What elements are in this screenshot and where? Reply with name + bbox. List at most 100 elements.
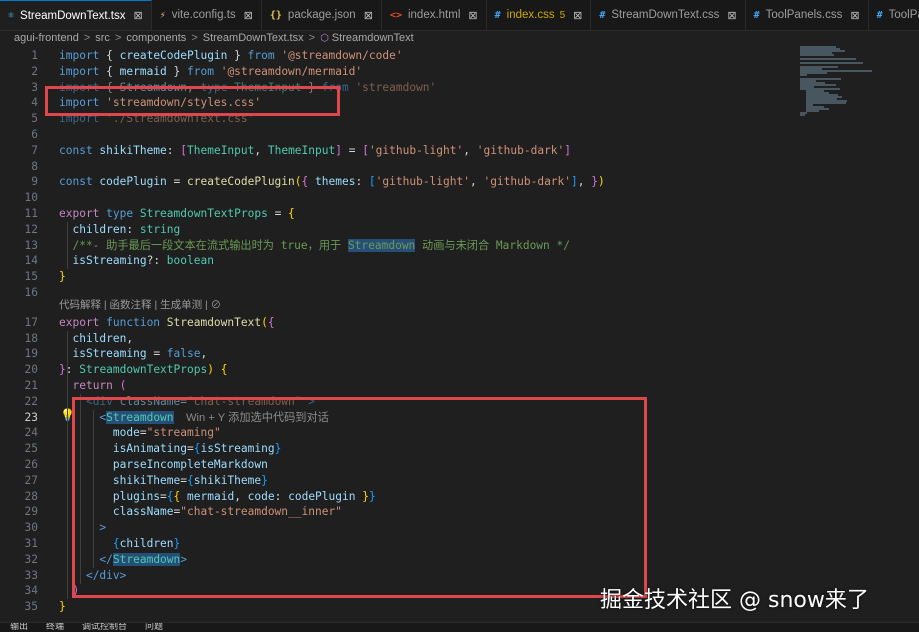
- code-line[interactable]: 21 return (: [0, 378, 800, 394]
- line-number: 6: [31, 128, 38, 141]
- line-number: 32: [24, 552, 38, 566]
- line-number: 17: [24, 315, 38, 329]
- line-number: 8: [31, 159, 38, 173]
- breadcrumb-item[interactable]: agui-frontend: [14, 32, 79, 44]
- line-number: 26: [24, 458, 38, 471]
- line-number: 1: [31, 49, 38, 62]
- line-number: 13: [24, 238, 38, 252]
- line-number: 9: [31, 175, 38, 189]
- tab-label: vite.config.ts: [171, 9, 236, 21]
- code-text: import { createCodePlugin } from '@strea…: [59, 49, 403, 62]
- line-number: 34: [24, 584, 38, 598]
- code-text: export type StreamdownTextProps = {: [59, 207, 295, 220]
- line-number: 12: [24, 222, 38, 236]
- react-icon: ⚛: [8, 10, 15, 21]
- code-line[interactable]: 1 import { createCodePlugin } from '@stre…: [0, 48, 800, 64]
- minimap[interactable]: [800, 46, 890, 116]
- close-icon[interactable]: ⊠: [244, 9, 253, 22]
- close-icon[interactable]: ⊠: [133, 9, 142, 22]
- vite-icon: ⚡: [159, 9, 166, 21]
- code-line[interactable]: 14 isStreaming?: boolean: [0, 253, 800, 269]
- close-icon[interactable]: ⊠: [727, 9, 736, 22]
- tab-label: package.json: [287, 9, 356, 21]
- panel-tab[interactable]: 调试控制台: [82, 623, 127, 632]
- code-line[interactable]: 18 children,: [0, 331, 800, 347]
- code-line[interactable]: 8: [0, 159, 800, 175]
- code-text: isStreaming = false,: [72, 347, 208, 361]
- close-icon[interactable]: ⊠: [364, 9, 373, 22]
- minimap-line: [800, 74, 808, 76]
- line-number: 30: [24, 521, 38, 535]
- panel-tab[interactable]: 终端: [46, 623, 64, 632]
- tab-index-html[interactable]: <> index.html ⊠: [382, 0, 487, 30]
- highlight-box-streamdown-block: [72, 397, 647, 598]
- tab-streamdowntext-tsx[interactable]: ⚛ StreamDownText.tsx ⊠: [0, 0, 152, 30]
- symbol-method-icon: ⬡: [320, 32, 329, 44]
- tab-label: index.css: [506, 9, 555, 21]
- tab-toolpane[interactable]: # ToolPane: [869, 0, 919, 30]
- breadcrumb-item[interactable]: src: [95, 32, 110, 44]
- css-icon: #: [876, 9, 883, 21]
- code-line[interactable]: 10: [0, 190, 800, 206]
- code-line[interactable]: 12 children: string: [0, 222, 800, 238]
- line-number: 29: [24, 505, 38, 519]
- problem-count-badge: 5: [559, 9, 566, 21]
- tab-package-json[interactable]: {} package.json ⊠: [262, 0, 382, 30]
- code-line[interactable]: 9 const codePlugin = createCodePlugin({ t…: [0, 174, 800, 190]
- code-line[interactable]: 17 export function StreamdownText({: [0, 315, 800, 331]
- line-number: 4: [31, 96, 38, 110]
- tab-label: StreamDownText.tsx: [20, 9, 126, 22]
- line-number: 20: [24, 363, 38, 377]
- watermark: 掘金技术社区 @ snow来了: [600, 588, 869, 613]
- line-number: 22: [24, 394, 38, 408]
- breadcrumb-item[interactable]: components: [126, 32, 186, 44]
- minimap-line: [800, 114, 806, 116]
- line-number: 10: [24, 191, 38, 205]
- code-line[interactable]: 7 const shikiTheme: [ThemeInput, ThemeInp…: [0, 143, 800, 159]
- code-text: children,: [72, 331, 134, 345]
- breadcrumb-item[interactable]: StreamDownText.tsx: [203, 32, 304, 44]
- panel-tab[interactable]: 输出: [10, 623, 28, 632]
- indent-guide: [67, 221, 68, 270]
- panel-tab[interactable]: 问题: [145, 623, 163, 632]
- line-number: 16: [24, 286, 38, 299]
- close-icon[interactable]: ⊠: [850, 9, 859, 22]
- code-line[interactable]: 2 import { mermaid } from '@streamdown/me…: [0, 64, 800, 80]
- code-line[interactable]: 19 isStreaming = false,: [0, 346, 800, 362]
- tab-index-css[interactable]: # index.css 5 ⊠: [487, 0, 592, 30]
- tab-streamdowntext-css[interactable]: # StreamDownText.css ⊠: [591, 0, 746, 30]
- code-text: children: string: [72, 222, 181, 236]
- tab-vite-config-ts[interactable]: ⚡ vite.config.ts ⊠: [152, 0, 262, 30]
- line-number: 23: [24, 410, 38, 424]
- editor-tab-bar: ⚛ StreamDownText.tsx ⊠ ⚡ vite.config.ts ⊠ {} pa…: [0, 0, 919, 31]
- code-line[interactable]: 11 export type StreamdownTextProps = {: [0, 206, 800, 222]
- code-line[interactable]: 20 }: StreamdownTextProps) {: [0, 362, 800, 378]
- line-number: 15: [24, 270, 38, 284]
- css-icon: #: [753, 9, 760, 21]
- close-icon[interactable]: ⊠: [468, 9, 477, 22]
- tab-label: index.html: [407, 9, 461, 21]
- code-text: isStreaming?: boolean: [72, 254, 214, 268]
- tab-label: ToolPane: [888, 9, 919, 21]
- chevron-right-icon: >: [83, 32, 91, 44]
- line-number: 24: [24, 426, 38, 440]
- minimap-line: [800, 54, 835, 56]
- close-icon[interactable]: ⊠: [573, 9, 582, 22]
- code-line[interactable]: 6: [0, 127, 800, 143]
- code-line[interactable]: 13 /**- 助手最后一段文本在流式输出时为 true，用于 Streamdo…: [0, 238, 800, 254]
- code-text: return (: [72, 379, 127, 392]
- code-line[interactable]: 16: [0, 285, 800, 301]
- line-number: 5: [31, 112, 38, 126]
- code-text: }: StreamdownTextProps) {: [59, 363, 228, 377]
- chevron-right-icon: >: [191, 32, 198, 44]
- line-number: 11: [24, 207, 38, 220]
- line-number: 27: [24, 473, 38, 487]
- css-icon: #: [494, 9, 501, 21]
- code-line[interactable]: 15}: [0, 269, 800, 285]
- bottom-panel-tabs[interactable]: 输出 终端 调试控制台 问题: [0, 622, 919, 632]
- tab-toolpanels-css[interactable]: # ToolPanels.css ⊠: [746, 0, 869, 30]
- line-number: 31: [24, 537, 38, 550]
- breadcrumb-item[interactable]: StreamdownText: [332, 32, 414, 44]
- line-number: 18: [24, 331, 38, 345]
- highlight-box-import-line: [45, 86, 340, 116]
